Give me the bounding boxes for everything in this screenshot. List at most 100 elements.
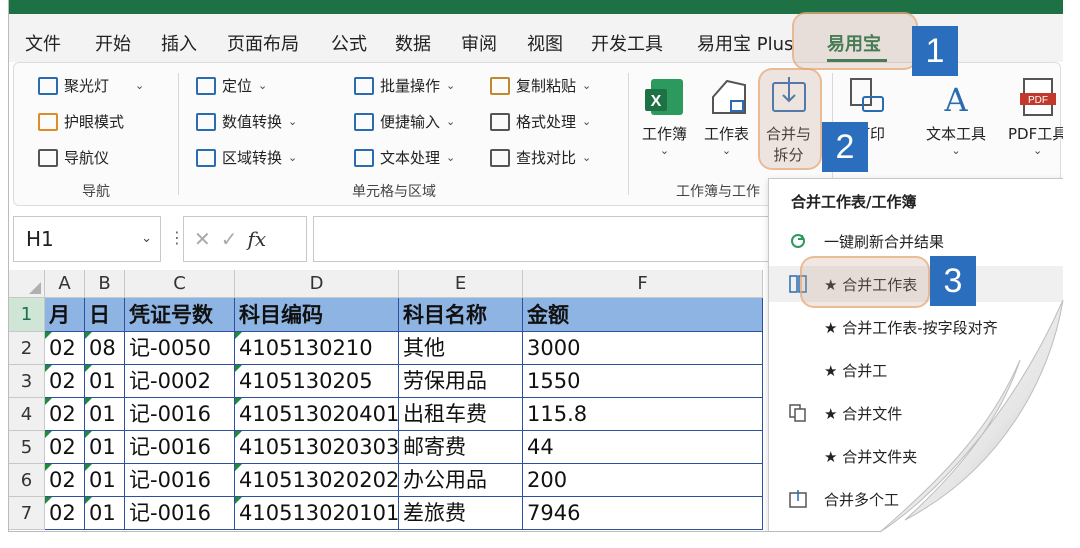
menu-item-merge-folder[interactable]: ★ 合并文件夹 <box>769 438 1063 474</box>
table-cell[interactable]: 02 <box>45 497 85 530</box>
find-compare-button[interactable]: 查找对比 ⌄ <box>490 147 591 168</box>
excel-workbook-icon: X <box>643 75 687 119</box>
column-header[interactable]: F <box>523 270 763 298</box>
select-all-corner[interactable] <box>9 270 45 298</box>
tab-developer[interactable]: 开发工具 <box>591 30 663 56</box>
table-header-cell[interactable]: 凭证号数 <box>125 298 235 332</box>
table-cell[interactable]: 4105130210 <box>235 332 399 365</box>
table-cell[interactable]: 办公用品 <box>399 464 523 497</box>
tab-view[interactable]: 视图 <box>527 30 563 56</box>
cancel-icon[interactable]: ✕ <box>194 227 211 251</box>
table-cell[interactable]: 410513020202 <box>235 464 399 497</box>
tab-page-layout[interactable]: 页面布局 <box>227 30 299 56</box>
column-header[interactable]: D <box>235 270 399 298</box>
insert-function-icon[interactable]: fx <box>248 227 267 251</box>
table-header-cell[interactable]: 科目编码 <box>235 298 399 332</box>
merge-multiple-icon <box>789 490 807 508</box>
menu-item-merge-files[interactable]: ★ 合并文件 <box>769 395 1063 431</box>
table-cell[interactable]: 01 <box>85 398 125 431</box>
column-header[interactable]: C <box>125 270 235 298</box>
quick-input-button[interactable]: 便捷输入 ⌄ <box>354 111 455 132</box>
text-tools-button[interactable]: A 文本工具 ⌄ <box>926 75 986 157</box>
row-header[interactable]: 4 <box>9 398 45 431</box>
table-cell[interactable]: 01 <box>85 464 125 497</box>
table-cell[interactable]: 200 <box>523 464 763 497</box>
menu-item-merge-sheets-other[interactable]: ★ 合并工 <box>769 352 1063 388</box>
eye-care-button[interactable]: 护眼模式 <box>38 111 124 132</box>
group-label-cells: 单元格与区域 <box>352 184 436 200</box>
refresh-icon <box>789 232 807 250</box>
table-cell[interactable]: 其他 <box>399 332 523 365</box>
table-cell[interactable]: 1550 <box>523 365 763 398</box>
locate-button[interactable]: 定位 ⌄ <box>196 75 267 96</box>
copy-paste-button[interactable]: 复制粘贴 ⌄ <box>490 75 591 96</box>
table-cell[interactable]: 410513020401 <box>235 398 399 431</box>
table-cell[interactable]: 44 <box>523 431 763 464</box>
tab-formulas[interactable]: 公式 <box>331 30 367 56</box>
table-header-cell[interactable]: 日 <box>85 298 125 332</box>
column-header[interactable]: E <box>399 270 523 298</box>
table-cell[interactable]: 记-0016 <box>125 464 235 497</box>
row-header[interactable]: 7 <box>9 497 45 530</box>
text-process-button[interactable]: 文本处理 ⌄ <box>354 147 455 168</box>
table-cell[interactable]: 02 <box>45 398 85 431</box>
format-process-button[interactable]: 格式处理 ⌄ <box>490 111 591 132</box>
tab-home[interactable]: 开始 <box>95 30 131 56</box>
row-header[interactable]: 5 <box>9 431 45 464</box>
table-cell[interactable]: 01 <box>85 497 125 530</box>
table-cell[interactable]: 02 <box>45 431 85 464</box>
table-cell[interactable]: 3000 <box>523 332 763 365</box>
menu-item-merge-multiple[interactable]: 合并多个工 <box>769 481 1063 517</box>
table-cell[interactable]: 差旅费 <box>399 497 523 530</box>
spotlight-button[interactable]: 聚光灯 ⌄ <box>38 75 144 96</box>
row-header[interactable]: 2 <box>9 332 45 365</box>
column-header[interactable]: A <box>45 270 85 298</box>
find-compare-icon <box>490 148 510 167</box>
table-cell[interactable]: 410513020101 <box>235 497 399 530</box>
tab-yiyongbao-plus[interactable]: 易用宝 Plus <box>697 30 793 56</box>
table-cell[interactable]: 记-0016 <box>125 431 235 464</box>
range-convert-button[interactable]: 区域转换 ⌄ <box>196 147 297 168</box>
table-cell[interactable]: 出租车费 <box>399 398 523 431</box>
table-cell[interactable]: 115.8 <box>523 398 763 431</box>
table-cell[interactable]: 7946 <box>523 497 763 530</box>
table-cell[interactable]: 邮寄费 <box>399 431 523 464</box>
table-cell[interactable]: 410513020303 <box>235 431 399 464</box>
table-cell[interactable]: 记-0050 <box>125 332 235 365</box>
workbook-button[interactable]: X 工作簿 ⌄ <box>642 75 687 157</box>
tab-review[interactable]: 审阅 <box>461 30 497 56</box>
table-cell[interactable]: 劳保用品 <box>399 365 523 398</box>
pdf-tools-button[interactable]: PDF PDF工具 ⌄ <box>1008 75 1063 157</box>
table-cell[interactable]: 08 <box>85 332 125 365</box>
tab-data[interactable]: 数据 <box>395 30 431 56</box>
tab-insert[interactable]: 插入 <box>161 30 197 56</box>
row-header[interactable]: 6 <box>9 464 45 497</box>
table-header-cell[interactable]: 金额 <box>523 298 763 332</box>
table-header-cell[interactable]: 月 <box>45 298 85 332</box>
confirm-icon[interactable]: ✓ <box>221 227 238 251</box>
table-cell[interactable]: 02 <box>45 332 85 365</box>
tab-file[interactable]: 文件 <box>25 30 61 56</box>
table-cell[interactable]: 记-0016 <box>125 398 235 431</box>
table-cell[interactable]: 02 <box>45 464 85 497</box>
name-box[interactable]: H1 ⌄ <box>13 216 161 262</box>
worksheet-button[interactable]: 工作表 ⌄ <box>704 75 749 157</box>
menu-item-refresh-merge[interactable]: 一键刷新合并结果 <box>769 223 1063 259</box>
table-cell[interactable]: 01 <box>85 431 125 464</box>
row-header[interactable]: 1 <box>9 298 45 332</box>
row-header[interactable]: 3 <box>9 365 45 398</box>
table-cell[interactable]: 记-0016 <box>125 497 235 530</box>
formula-input[interactable] <box>313 216 773 262</box>
table-header-cell[interactable]: 科目名称 <box>399 298 523 332</box>
chevron-down-icon: ⌄ <box>951 144 961 157</box>
menu-item-merge-sheets-by-field[interactable]: ★ 合并工作表-按字段对齐 <box>769 309 1063 345</box>
table-cell[interactable]: 01 <box>85 365 125 398</box>
table-cell[interactable]: 记-0002 <box>125 365 235 398</box>
number-convert-button[interactable]: 数值转换 ⌄ <box>196 111 297 132</box>
navigator-button[interactable]: 导航仪 <box>38 147 109 168</box>
table-cell[interactable]: 02 <box>45 365 85 398</box>
column-header[interactable]: B <box>85 270 125 298</box>
batch-ops-button[interactable]: 批量操作 ⌄ <box>354 75 455 96</box>
group-label-books: 工作簿与工作 <box>676 184 760 200</box>
table-cell[interactable]: 4105130205 <box>235 365 399 398</box>
